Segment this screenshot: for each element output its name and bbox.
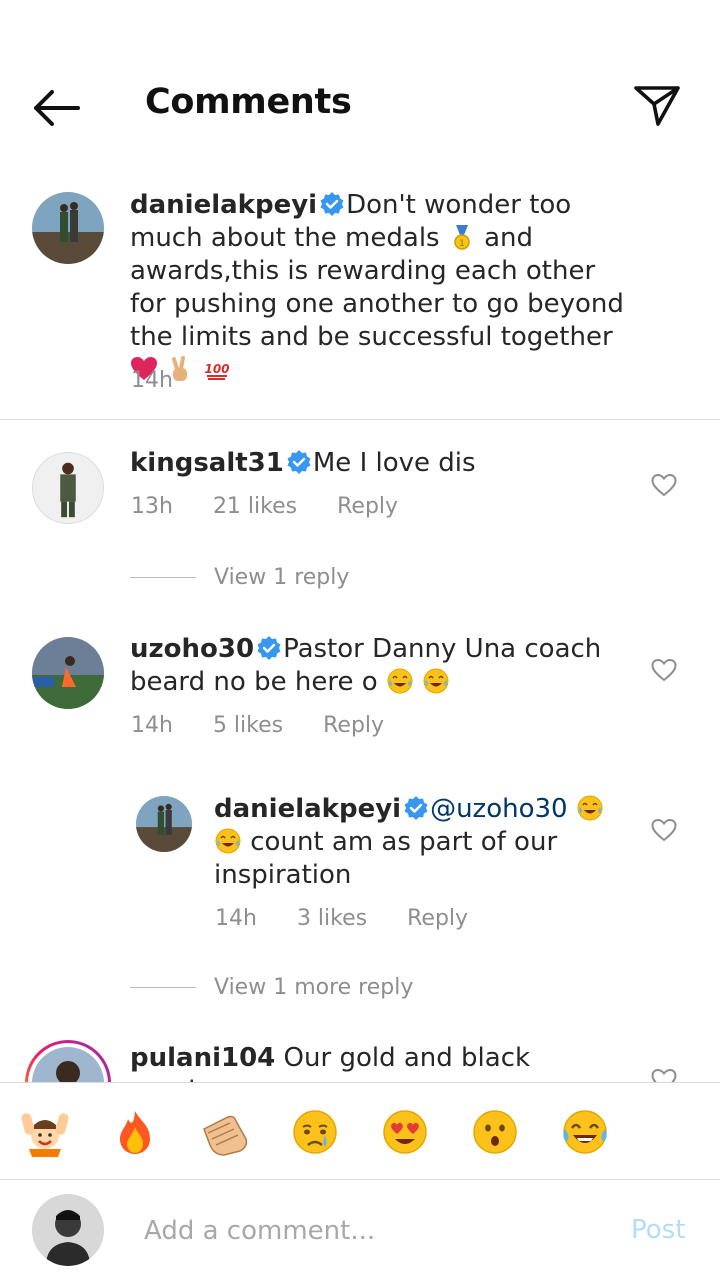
caption-text: danielakpeyi Don't wonder too much about … [130, 189, 630, 387]
tears-of-joy-icon [423, 668, 449, 694]
divider-line [130, 987, 196, 988]
post-button[interactable]: Post [631, 1215, 685, 1245]
view-replies-label: View 1 reply [214, 565, 350, 590]
share-button[interactable] [632, 80, 682, 130]
gold-medal-icon: 1 [454, 225, 470, 250]
arrow-left-icon [34, 90, 80, 126]
avatar [32, 1047, 104, 1082]
reply-username[interactable]: danielakpeyi [214, 794, 401, 824]
comment-username[interactable]: uzoho30 [130, 634, 254, 664]
view-replies-label: View 1 more reply [214, 975, 414, 1000]
comment-username[interactable]: kingsalt31 [130, 448, 284, 478]
quick-reactions-bar [0, 1082, 720, 1180]
avatar[interactable] [136, 796, 192, 852]
current-user-avatar[interactable] [32, 1194, 104, 1266]
verified-badge-icon [320, 192, 344, 216]
reply-button[interactable]: Reply [337, 494, 398, 519]
comment-time: 13h [131, 494, 173, 519]
view-more-replies-toggle[interactable]: View 1 more reply [130, 975, 413, 1000]
view-replies-toggle[interactable]: View 1 reply [130, 565, 349, 590]
profile-photo [32, 192, 104, 264]
story-ring[interactable] [25, 1040, 111, 1082]
svg-text:1: 1 [459, 239, 465, 249]
reply-likes[interactable]: 3 likes [297, 906, 367, 931]
comment-input[interactable] [144, 1209, 604, 1253]
like-heart-icon[interactable] [651, 473, 677, 497]
header-bar: Comments [0, 0, 720, 170]
fire-emoji[interactable] [110, 1107, 160, 1157]
tears-of-joy-icon [215, 828, 241, 854]
like-heart-icon[interactable] [651, 1068, 677, 1082]
reply-meta: 14h 3 likes Reply [215, 906, 508, 931]
reply-body: count am as part of our inspiration [214, 827, 558, 890]
comment-text: uzoho30 Pastor Danny Una coach beard no b… [130, 633, 630, 699]
tears-of-joy-emoji[interactable] [560, 1107, 610, 1157]
like-heart-icon[interactable] [651, 818, 677, 842]
paper-plane-icon [634, 86, 680, 126]
mention-link[interactable]: @uzoho30 [430, 794, 568, 824]
comment-username[interactable]: pulani104 [130, 1043, 275, 1073]
comment-time: 14h [131, 713, 173, 738]
verified-badge-icon [287, 450, 311, 474]
tears-of-joy-icon [577, 795, 603, 821]
avatar[interactable] [32, 452, 104, 524]
like-heart-icon[interactable] [651, 658, 677, 682]
divider-line [130, 577, 196, 578]
profile-photo [32, 1194, 104, 1266]
comment-row-partial: pulani104 Our gold and black warriors [0, 1030, 720, 1082]
profile-photo [136, 796, 192, 852]
verified-badge-icon [257, 636, 281, 660]
profile-photo [33, 453, 103, 523]
clapping-hands-emoji[interactable] [200, 1107, 250, 1157]
raising-hands-emoji[interactable] [20, 1107, 70, 1157]
caption-meta: 14h [131, 368, 213, 393]
reply-button[interactable]: Reply [323, 713, 384, 738]
reply-text: danielakpeyi @uzoho30 count am as part of… [214, 793, 624, 892]
page-title: Comments [145, 82, 352, 122]
comment-text: pulani104 Our gold and black warriors [130, 1042, 630, 1082]
comment-likes[interactable]: 5 likes [213, 713, 283, 738]
reply-time: 14h [215, 906, 257, 931]
crying-face-emoji[interactable] [290, 1107, 340, 1157]
reply-button[interactable]: Reply [407, 906, 468, 931]
comment-likes[interactable]: 21 likes [213, 494, 297, 519]
avatar[interactable] [32, 637, 104, 709]
avatar[interactable] [32, 192, 104, 264]
comment-body: Me I love dis [312, 448, 476, 478]
verified-badge-icon [404, 796, 428, 820]
profile-photo [32, 637, 104, 709]
comment-text: kingsalt31 Me I love dis [130, 447, 630, 480]
profile-photo [56, 1061, 80, 1082]
post-caption: danielakpeyi Don't wonder too much about … [0, 170, 720, 420]
caption-time: 14h [131, 368, 173, 393]
back-button[interactable] [30, 86, 82, 130]
comment-composer: Post [0, 1181, 720, 1280]
tears-of-joy-icon [387, 668, 413, 694]
heart-eyes-emoji[interactable] [380, 1107, 430, 1157]
caption-username[interactable]: danielakpeyi [130, 190, 317, 220]
comment-meta: 14h 5 likes Reply [131, 713, 424, 738]
comment-meta: 13h 21 likes Reply [131, 494, 438, 519]
surprised-face-emoji[interactable] [470, 1107, 520, 1157]
